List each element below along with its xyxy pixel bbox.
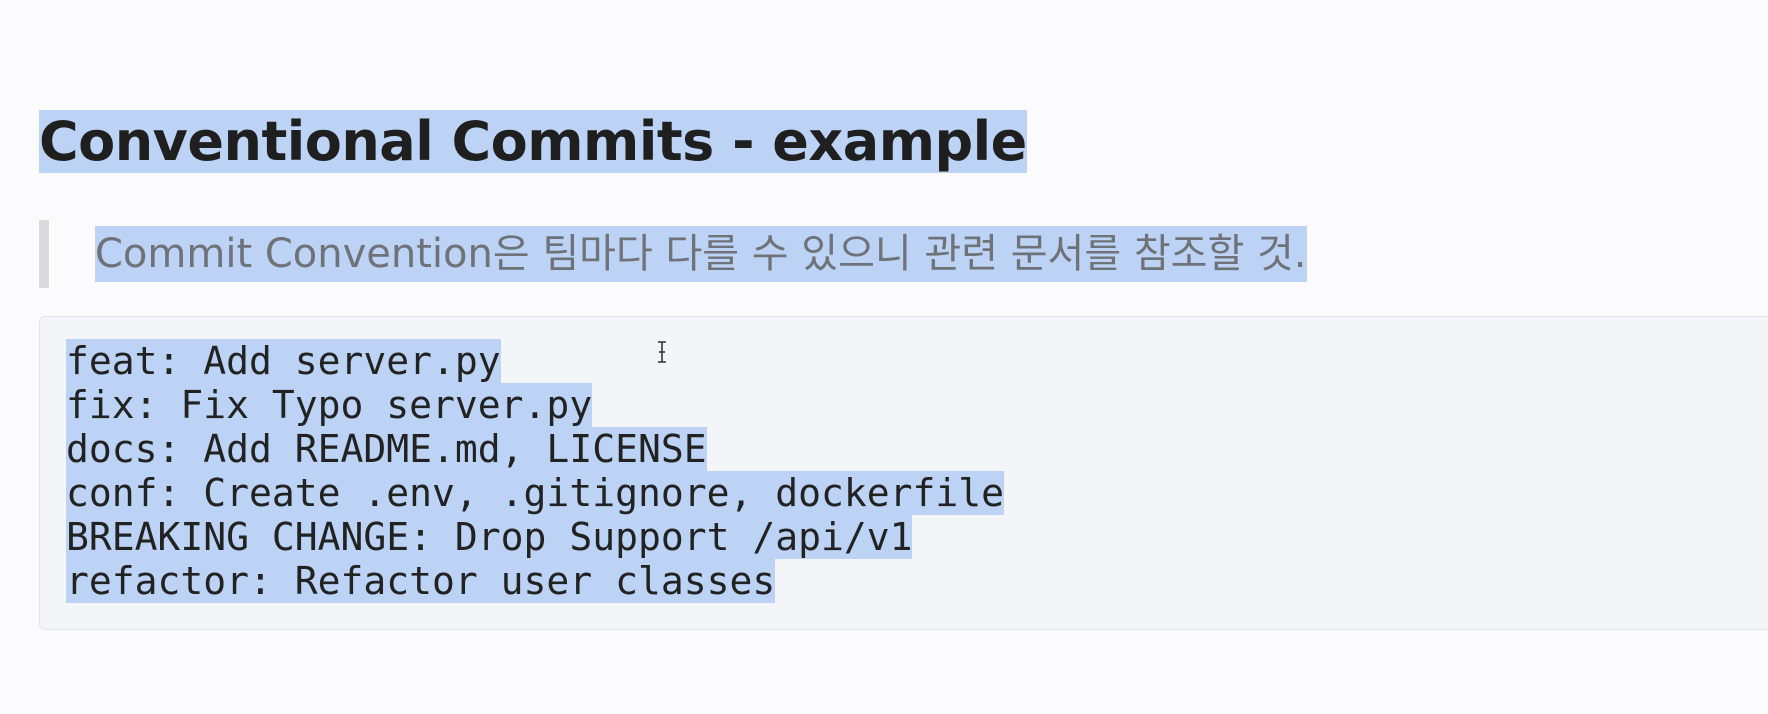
code-line: docs: Add README.md, LICENSE xyxy=(66,427,707,471)
code-block[interactable]: feat: Add server.py fix: Fix Typo server… xyxy=(39,316,1768,630)
note-blockquote: Commit Convention은 팀마다 다를 수 있으니 관련 문서를 참… xyxy=(39,220,1307,288)
code-line: fix: Fix Typo server.py xyxy=(66,383,593,427)
code-line: refactor: Refactor user classes xyxy=(66,559,776,603)
code-line: conf: Create .env, .gitignore, dockerfil… xyxy=(66,471,1004,515)
code-line: BREAKING CHANGE: Drop Support /api/v1 xyxy=(66,515,913,559)
code-lines: feat: Add server.py fix: Fix Typo server… xyxy=(66,339,1004,603)
note-text: Commit Convention은 팀마다 다를 수 있으니 관련 문서를 참… xyxy=(95,226,1307,282)
text-cursor-icon xyxy=(658,341,666,363)
page-title-text: Conventional Commits - example xyxy=(39,110,1027,173)
document-page: Conventional Commits - example Commit Co… xyxy=(0,0,1768,714)
code-line: feat: Add server.py xyxy=(66,339,501,383)
page-title: Conventional Commits - example xyxy=(39,108,1027,176)
